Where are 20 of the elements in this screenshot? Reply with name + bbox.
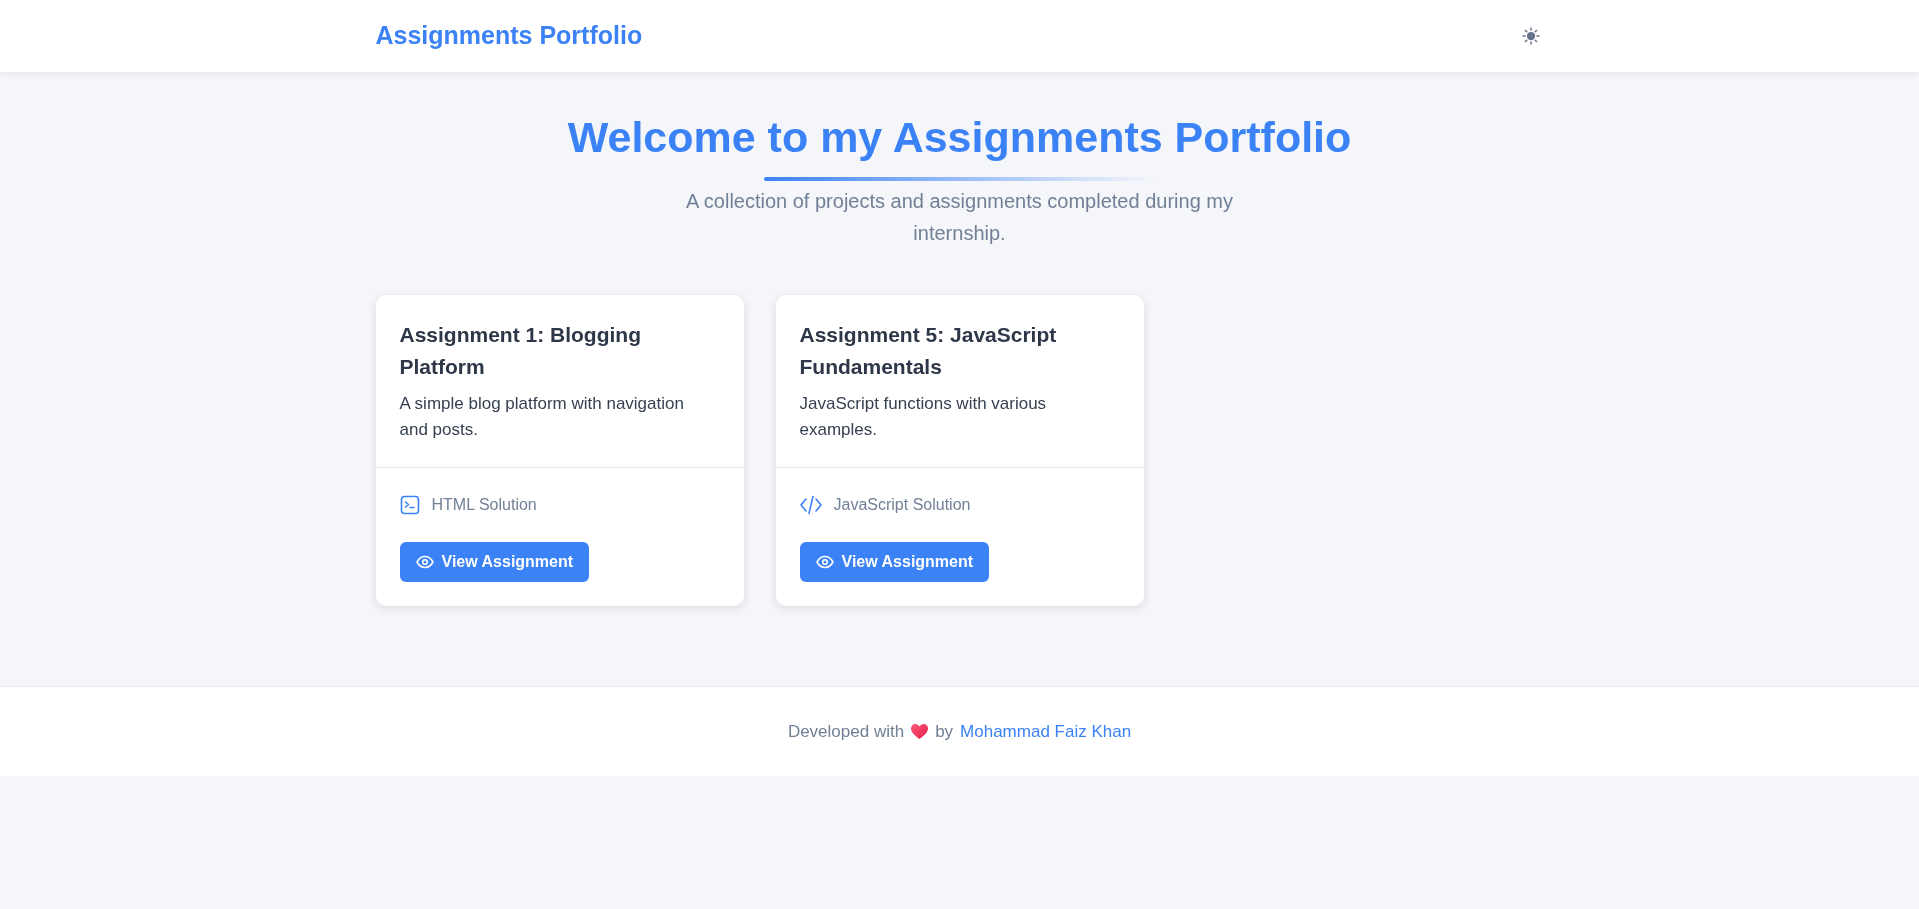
view-assignment-button[interactable]: View Assignment — [399, 542, 590, 582]
page-subtitle: A collection of projects and assignments completed during my internship. — [685, 189, 1234, 246]
author-link[interactable]: Mohammad Faiz Khan — [960, 718, 1132, 745]
footer-text: by — [935, 720, 954, 743]
footer-text: Developed with — [787, 720, 905, 743]
heart-icon — [911, 724, 929, 739]
card-title: Assignment 5: JavaScript Fundamentals — [799, 322, 1058, 380]
view-assignment-button[interactable]: View Assignment — [799, 542, 990, 582]
sun-icon — [1521, 27, 1540, 45]
page-heading: Welcome to my Assignments Portfolio — [567, 112, 1352, 163]
card-title: Assignment 1: Blogging Platform — [399, 322, 642, 380]
card-description: JavaScript functions with various examples. — [799, 393, 1048, 441]
site-title-link[interactable]: Assignments Portfolio — [375, 17, 643, 55]
terminal-icon — [399, 495, 420, 515]
eye-icon — [815, 555, 834, 569]
solution-label: JavaScript Solution — [833, 495, 971, 515]
card-description: A simple blog platform with navigation and posts. — [399, 393, 685, 441]
eye-icon — [415, 555, 434, 569]
solution-label: HTML Solution — [431, 495, 537, 515]
code-icon — [799, 495, 822, 515]
